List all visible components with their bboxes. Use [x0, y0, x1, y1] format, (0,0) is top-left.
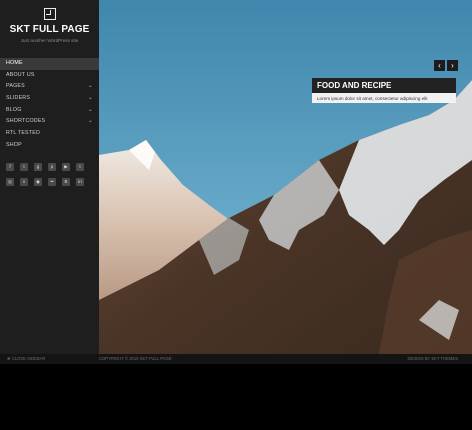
nav-item-about-us[interactable]: ABOUT US	[0, 70, 99, 82]
footer-bar: ✖ CLOSE SIDEBAR COPYRIGHT © 2016 SKT FUL…	[0, 354, 472, 364]
flickr-icon[interactable]: ••	[48, 178, 56, 186]
mountain-image	[99, 0, 472, 354]
twitter-icon[interactable]: t	[20, 163, 28, 171]
site-tagline: Just another WordPress site	[20, 38, 79, 43]
social-icons: f t g p ▶ t ◎ v ◉ •• B in	[6, 163, 94, 186]
behance-icon[interactable]: B	[62, 178, 70, 186]
youtube-icon[interactable]: ▶	[62, 163, 70, 171]
site-logo[interactable]: SKT FULL PAGE Just another WordPress sit…	[0, 8, 99, 43]
slide-caption: FOOD AND RECIPE Lorem ipsum dolor sit am…	[312, 78, 456, 103]
linkedin-icon[interactable]: in	[76, 178, 84, 186]
slide-title: FOOD AND RECIPE	[312, 78, 456, 93]
chevron-down-icon[interactable]: ⌄	[88, 105, 93, 117]
main-nav: HOME ABOUT US PAGES ⌄ SLIDERS ⌄ BLOG ⌄ SHOR…	[0, 58, 99, 152]
nav-item-shop[interactable]: SHOP	[0, 140, 99, 152]
design-credit[interactable]: DESIGN BY SKT THEMES	[408, 354, 459, 364]
nav-item-pages[interactable]: PAGES ⌄	[0, 81, 99, 93]
google-plus-icon[interactable]: g	[34, 163, 42, 171]
chevron-down-icon[interactable]: ⌄	[88, 81, 93, 93]
chevron-right-icon[interactable]: ›	[447, 60, 458, 71]
nav-item-sliders[interactable]: SLIDERS ⌄	[0, 93, 99, 105]
logo-icon	[43, 8, 56, 20]
slider-arrows: ‹ ›	[434, 60, 458, 71]
site-title: SKT FULL PAGE	[9, 24, 90, 35]
hero-slider: ‹ › FOOD AND RECIPE Lorem ipsum dolor si…	[99, 0, 472, 354]
vimeo-icon[interactable]: v	[20, 178, 28, 186]
close-sidebar-button[interactable]: ✖ CLOSE SIDEBAR	[7, 354, 45, 364]
pinterest-icon[interactable]: p	[48, 163, 56, 171]
chevron-left-icon[interactable]: ‹	[434, 60, 445, 71]
facebook-icon[interactable]: f	[6, 163, 14, 171]
chevron-down-icon[interactable]: ⌄	[88, 116, 93, 128]
chevron-down-icon[interactable]: ⌄	[88, 93, 93, 105]
nav-item-home[interactable]: HOME	[0, 58, 99, 70]
tumblr-icon[interactable]: t	[76, 163, 84, 171]
nav-item-shortcodes[interactable]: SHORTCODES ⌄	[0, 116, 99, 128]
instagram-icon[interactable]: ◎	[6, 178, 14, 186]
nav-item-blog[interactable]: BLOG ⌄	[0, 105, 99, 117]
nav-item-rtl-tested[interactable]: RTL TESTED	[0, 128, 99, 140]
sidebar: SKT FULL PAGE Just another WordPress sit…	[0, 0, 99, 354]
slide-text: Lorem ipsum dolor sit amet, consectetur …	[312, 93, 456, 103]
dribbble-icon[interactable]: ◉	[34, 178, 42, 186]
copyright-text: COPYRIGHT © 2016 SKT FULL PAGE	[99, 356, 172, 361]
